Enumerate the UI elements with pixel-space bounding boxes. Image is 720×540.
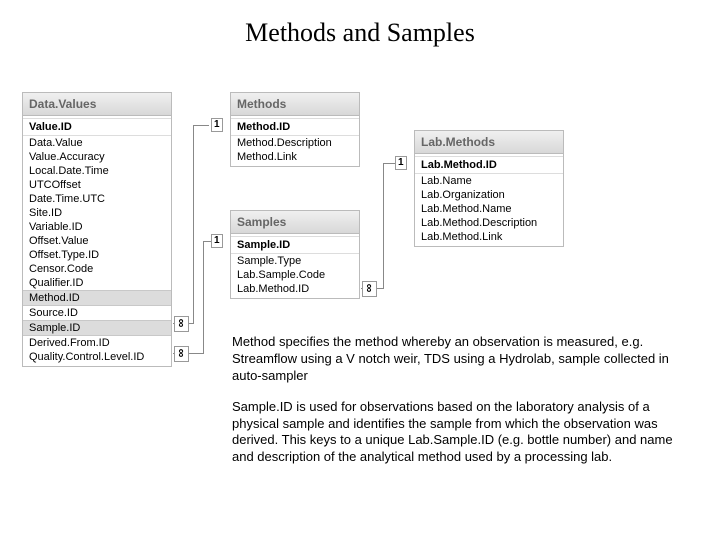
pk-row: Lab.Method.ID [415,156,563,174]
field-row: Sample.ID [23,320,171,336]
field-row: Lab.Method.Name [415,202,563,216]
table-header: Samples [231,211,359,234]
table-body: Lab.Method.ID Lab.NameLab.OrganizationLa… [415,154,563,246]
cardinality-many: ∞ [362,281,377,297]
cardinality-many: ∞ [174,346,189,362]
pk-row: Sample.ID [231,236,359,254]
field-row: Censor.Code [23,262,171,276]
pk-row: Method.ID [231,118,359,136]
field-row: Date.Time.UTC [23,192,171,206]
pk-row: Value.ID [23,118,171,136]
field-row: Sample.Type [231,254,359,268]
field-row: Method.Link [231,150,359,164]
field-row: Method.ID [23,290,171,306]
connector [383,163,395,164]
field-row: Method.Description [231,136,359,150]
field-row: Offset.Type.ID [23,248,171,262]
field-row: Data.Value [23,136,171,150]
paragraph: Sample.ID is used for observations based… [232,399,694,467]
field-row: UTCOffset [23,178,171,192]
paragraph: Method specifies the method whereby an o… [232,334,694,385]
field-row: Derived.From.ID [23,336,171,350]
field-row: Source.ID [23,306,171,320]
table-header: Lab.Methods [415,131,563,154]
table-data-values: Data.Values Value.ID Data.ValueValue.Acc… [22,92,172,367]
cardinality-many: ∞ [174,316,189,332]
connector [383,163,384,289]
field-row: Value.Accuracy [23,150,171,164]
cardinality-one: 1 [395,156,407,170]
field-row: Lab.Method.Link [415,230,563,244]
field-row: Lab.Name [415,174,563,188]
description-text: Method specifies the method whereby an o… [232,334,694,480]
connector [193,125,194,324]
table-body: Value.ID Data.ValueValue.AccuracyLocal.D… [23,116,171,366]
field-row: Local.Date.Time [23,164,171,178]
rows-container: Lab.NameLab.OrganizationLab.Method.NameL… [415,174,563,244]
field-row: Variable.ID [23,220,171,234]
field-row: Lab.Sample.Code [231,268,359,282]
connector [203,241,211,242]
table-header: Data.Values [23,93,171,116]
field-row: Lab.Method.Description [415,216,563,230]
rows-container: Sample.TypeLab.Sample.CodeLab.Method.ID [231,254,359,296]
cardinality-one: 1 [211,118,223,132]
table-header: Methods [231,93,359,116]
field-row: Lab.Organization [415,188,563,202]
field-row: Site.ID [23,206,171,220]
connector [203,241,204,354]
cardinality-one: 1 [211,234,223,248]
table-body: Sample.ID Sample.TypeLab.Sample.CodeLab.… [231,234,359,298]
field-row: Lab.Method.ID [231,282,359,296]
field-row: Quality.Control.Level.ID [23,350,171,364]
rows-container: Data.ValueValue.AccuracyLocal.Date.TimeU… [23,136,171,364]
connector [193,125,209,126]
field-row: Offset.Value [23,234,171,248]
rows-container: Method.DescriptionMethod.Link [231,136,359,164]
field-row: Qualifier.ID [23,276,171,290]
page-title: Methods and Samples [0,18,720,48]
table-samples: Samples Sample.ID Sample.TypeLab.Sample.… [230,210,360,299]
table-body: Method.ID Method.DescriptionMethod.Link [231,116,359,166]
table-methods: Methods Method.ID Method.DescriptionMeth… [230,92,360,167]
table-lab-methods: Lab.Methods Lab.Method.ID Lab.NameLab.Or… [414,130,564,247]
